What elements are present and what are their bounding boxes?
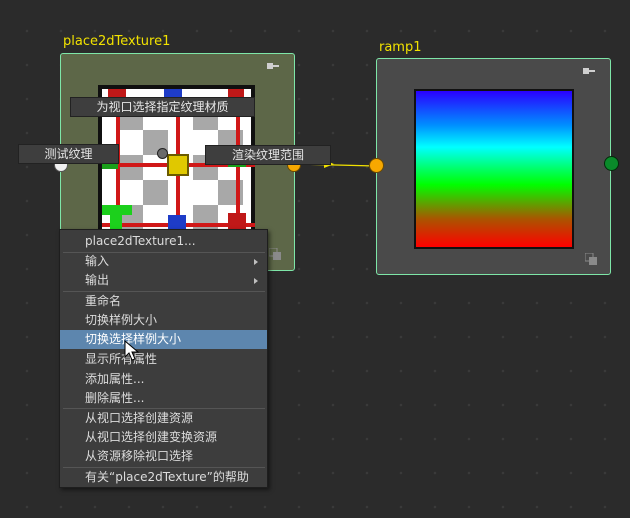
menu-item-output[interactable]: 输出 <box>60 271 267 290</box>
swatch-toggle-icon[interactable] <box>269 248 281 260</box>
place2d-node-title: place2dTexture1 <box>63 34 171 49</box>
menu-item-create-asset[interactable]: 从视口选择创建资源 <box>60 409 267 428</box>
ramp-output-port[interactable] <box>604 156 619 171</box>
submenu-arrow-icon <box>254 259 258 265</box>
pin-icon[interactable] <box>583 67 595 75</box>
menu-item-output-label: 输出 <box>85 273 110 287</box>
swatch-toggle-icon[interactable] <box>585 253 597 265</box>
menu-item-toggle-swatch-size[interactable]: 切换样例大小 <box>60 311 267 330</box>
test-texture-item[interactable]: 测试纹理 <box>18 144 119 164</box>
menu-header: place2dTexture1... <box>85 234 196 248</box>
ramp-input-port[interactable] <box>369 158 384 173</box>
menu-item-remove-from-asset[interactable]: 从资源移除视口选择 <box>60 447 267 466</box>
assign-texture-material-item[interactable]: 为视口选择指定纹理材质 <box>70 97 255 117</box>
ramp-node[interactable] <box>376 58 611 275</box>
menu-item-input-label: 输入 <box>85 254 110 268</box>
menu-item-toggle-selected-swatch-size[interactable]: 切换选择样例大小 <box>60 330 267 349</box>
menu-item-add-attribute[interactable]: 添加属性... <box>60 370 267 389</box>
mouse-cursor-icon <box>124 340 140 361</box>
ramp-swatch[interactable] <box>414 89 574 249</box>
menu-item-delete-attribute[interactable]: 删除属性... <box>60 389 267 408</box>
ramp-node-title: ramp1 <box>379 40 422 55</box>
menu-item-input[interactable]: 输入 <box>60 252 267 271</box>
menu-item-show-all-attributes[interactable]: 显示所有属性 <box>60 350 267 369</box>
render-texture-range-item[interactable]: 渲染纹理范围 <box>205 145 331 165</box>
context-menu: place2dTexture1... 输入 输出 重命名 切换样例大小 切换选择… <box>59 229 268 488</box>
menu-item-create-transform-asset[interactable]: 从视口选择创建变换资源 <box>60 428 267 447</box>
center-port[interactable] <box>157 148 168 159</box>
menu-item-rename[interactable]: 重命名 <box>60 292 267 311</box>
menu-item-help[interactable]: 有关“place2dTexture”的帮助 <box>60 468 267 487</box>
pin-icon[interactable] <box>267 62 279 70</box>
submenu-arrow-icon <box>254 278 258 284</box>
